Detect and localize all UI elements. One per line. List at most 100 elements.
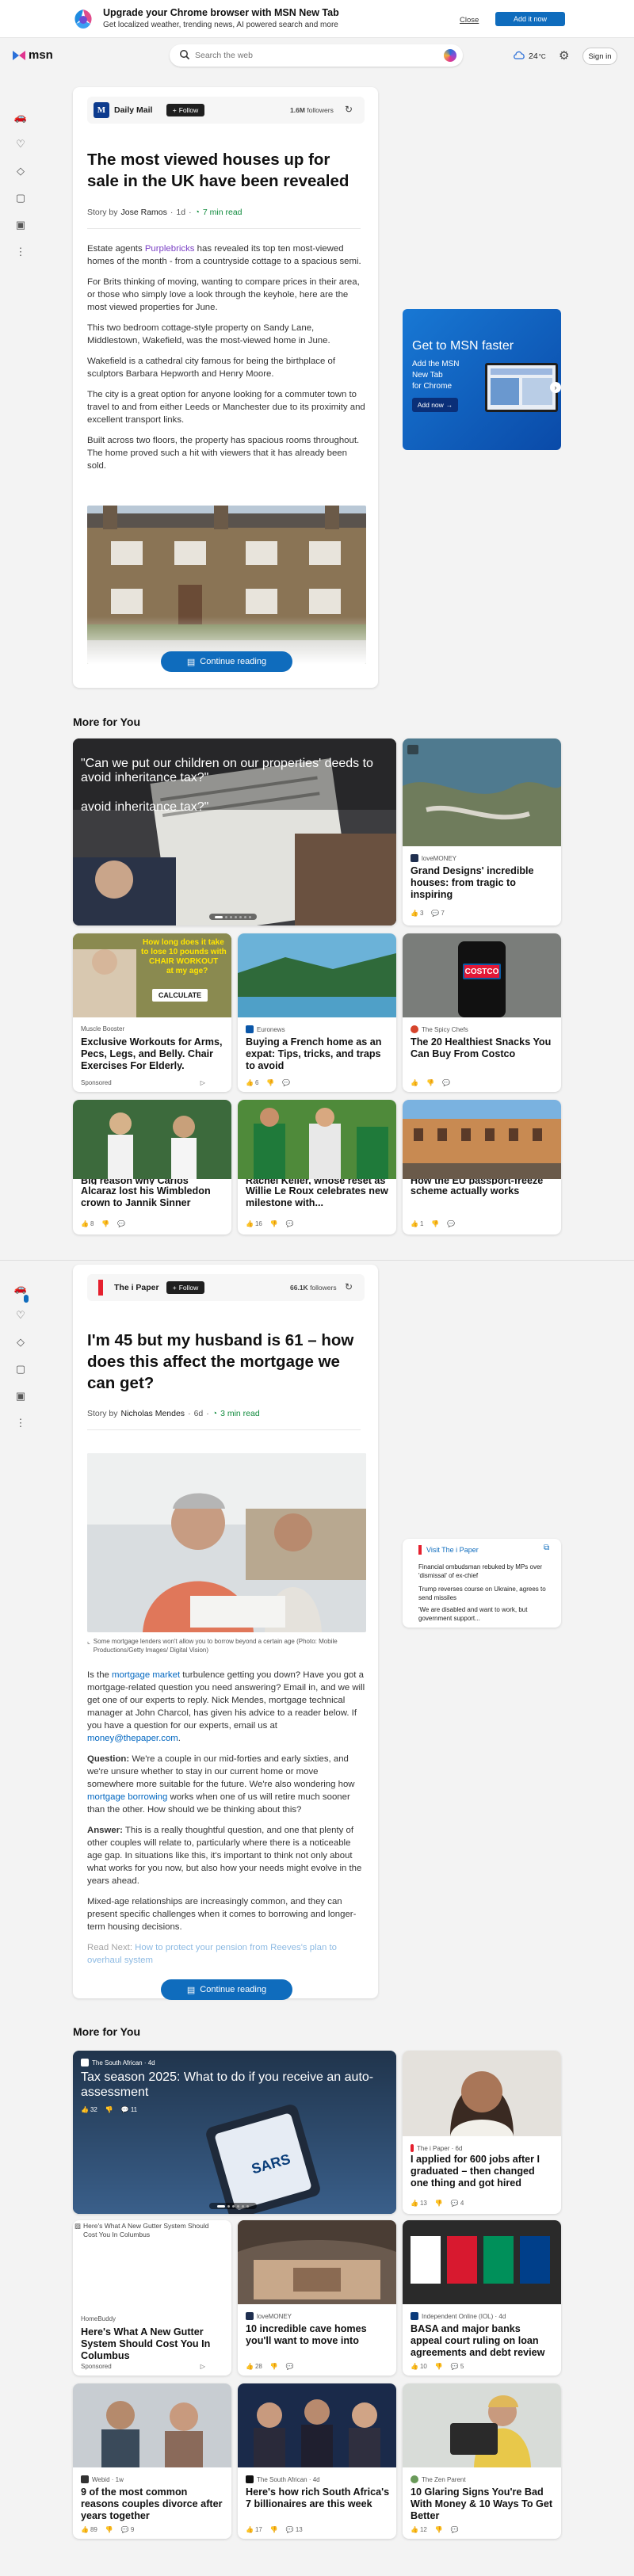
story-title[interactable]: 10 incredible cave homes you'll want to …	[246, 2323, 390, 2347]
copilot-icon[interactable]	[444, 49, 456, 62]
msn-promo-ad[interactable]: Get to MSN faster Add the MSN New Tab fo…	[403, 309, 561, 450]
comments-button[interactable]: 💬 11	[121, 2106, 137, 2113]
search-box[interactable]	[170, 44, 463, 67]
dislike-button[interactable]: 👎	[270, 2363, 278, 2370]
chat-icon[interactable]: ▢	[11, 1360, 30, 1379]
story-card[interactable]: The South African · 4d Here's how rich S…	[238, 2383, 396, 2539]
dislike-button[interactable]: 👎	[435, 2526, 443, 2533]
story-source[interactable]: The South African · 4d	[81, 2059, 155, 2067]
like-button[interactable]: 👍 28	[246, 2363, 262, 2370]
story-title[interactable]: Here's What A New Gutter System Should C…	[81, 2326, 225, 2362]
visit-publisher-link[interactable]: Visit The i Paper	[426, 1546, 479, 1554]
comments-button[interactable]: 💬 9	[121, 2526, 134, 2533]
dislike-button[interactable]: 👎	[270, 2526, 278, 2533]
comments-button[interactable]: 💬	[117, 1220, 125, 1227]
sign-in-button[interactable]: Sign in	[582, 48, 617, 65]
story-title[interactable]: Exclusive Workouts for Arms, Pecs, Legs,…	[81, 1036, 225, 1072]
comments-button[interactable]: 💬 5	[451, 2363, 464, 2370]
like-button[interactable]: 👍 12	[411, 2526, 427, 2533]
carousel-dots[interactable]	[209, 2203, 257, 2209]
dislike-button[interactable]: 👎	[105, 2106, 113, 2113]
carousel-dot[interactable]	[215, 915, 223, 918]
story-card[interactable]: Rachel Keller, whose reset as Willie Le …	[238, 1100, 396, 1235]
like-button[interactable]: 👍 3	[411, 910, 423, 917]
carousel-dot[interactable]	[225, 915, 227, 918]
comments-button[interactable]: 💬	[447, 1220, 455, 1227]
adchoices-icon[interactable]: ▷	[201, 1079, 205, 1086]
carousel-dot[interactable]	[244, 915, 246, 918]
car-icon[interactable]: 🚗	[11, 108, 30, 127]
story-title[interactable]: Here's how rich South Africa's 7 billion…	[246, 2486, 390, 2510]
settings-gear-icon[interactable]: ⚙	[559, 48, 569, 63]
side-headline[interactable]: Financial ombudsman rebuked by MPs over …	[418, 1563, 553, 1580]
story-source[interactable]: loveMONEY	[246, 2312, 292, 2320]
story-title[interactable]: 9 of the most common reasons couples div…	[81, 2486, 225, 2522]
comments-button[interactable]: 💬 7	[431, 910, 444, 917]
chat-icon[interactable]: ▢	[11, 189, 30, 208]
side-headline[interactable]: Trump reverses course on Ukraine, agrees…	[418, 1585, 553, 1602]
heart-health-icon[interactable]: ♡	[11, 135, 30, 154]
sponsored-card[interactable]: How long does it take to lose 10 pounds …	[73, 933, 231, 1092]
adchoices-icon[interactable]: ▷	[201, 2363, 205, 2370]
gallery-icon[interactable]: ▣	[11, 1387, 30, 1406]
story-title[interactable]: Grand Designs' incredible houses: from t…	[411, 865, 555, 901]
follow-button[interactable]: + Follow	[166, 1281, 204, 1294]
carousel-dot[interactable]	[239, 915, 242, 918]
tag-icon[interactable]: ◇	[11, 1333, 30, 1352]
ad-add-now-button[interactable]: Add now →	[412, 398, 458, 412]
story-title[interactable]: 10 Glaring Signs You're Bad With Money &…	[411, 2486, 555, 2522]
carousel-dot[interactable]	[235, 915, 237, 918]
story-card[interactable]: The Zen Parent 10 Glaring Signs You're B…	[403, 2383, 561, 2539]
carousel-dot[interactable]	[230, 915, 232, 918]
like-button[interactable]: 👍 32	[81, 2106, 97, 2113]
msn-logo[interactable]: msn	[11, 48, 53, 62]
story-title[interactable]: BASA and major banks appeal court ruling…	[411, 2323, 555, 2359]
story-card[interactable]: How the EU passport-freeze scheme actual…	[403, 1100, 561, 1235]
refresh-icon[interactable]: ↻	[345, 104, 353, 115]
story-source[interactable]: loveMONEY	[411, 854, 456, 862]
carousel-dot[interactable]	[242, 2204, 244, 2208]
story-source[interactable]: The Spicy Chefs	[411, 1025, 468, 1033]
comments-button[interactable]: 💬	[282, 1079, 290, 1086]
dislike-button[interactable]: 👎	[266, 1079, 274, 1086]
dislike-button[interactable]: 👎	[105, 2526, 113, 2533]
like-button[interactable]: 👍	[411, 1079, 418, 1086]
like-button[interactable]: 👍 13	[411, 2200, 427, 2207]
more-options-icon[interactable]: ⋮	[11, 242, 30, 261]
more-options-icon[interactable]: ⋮	[11, 1414, 30, 1433]
mortgage-borrowing-link[interactable]: mortgage borrowing	[87, 1792, 167, 1802]
follow-button[interactable]: + Follow	[166, 104, 204, 116]
search-input[interactable]	[195, 49, 433, 62]
story-card[interactable]: Webid · 1w 9 of the most common reasons …	[73, 2383, 231, 2539]
comments-button[interactable]: 💬	[442, 1079, 450, 1086]
dislike-button[interactable]: 👎	[270, 1220, 278, 1227]
carousel-dot[interactable]	[237, 2204, 239, 2208]
dislike-button[interactable]: 👎	[435, 2363, 443, 2370]
refresh-icon[interactable]: ↻	[345, 1281, 353, 1292]
story-source[interactable]: Muscle Booster	[81, 1025, 124, 1032]
author-link[interactable]: Nicholas Mendes	[121, 1409, 185, 1418]
carousel-dot[interactable]	[249, 915, 251, 918]
external-link-icon[interactable]: ⧉	[544, 1544, 549, 1552]
ad-next-arrow-icon[interactable]: ›	[550, 382, 561, 393]
sponsored-card[interactable]: ▨ Here's What A New Gutter System Should …	[73, 2220, 231, 2376]
story-title[interactable]: Buying a French home as an expat: Tips, …	[246, 1036, 390, 1072]
publisher-name[interactable]: The i Paper	[114, 1283, 159, 1292]
comments-button[interactable]: 💬	[286, 1220, 294, 1227]
story-source[interactable]: HomeBuddy	[81, 2315, 116, 2322]
story-source[interactable]: Euronews	[246, 1025, 285, 1033]
like-button[interactable]: 👍 16	[246, 1220, 262, 1227]
story-source[interactable]: The i Paper · 6d	[411, 2144, 462, 2152]
like-button[interactable]: 👍 1	[411, 1220, 423, 1227]
story-card[interactable]: Independent Online (IOL) · 4d BASA and m…	[403, 2220, 561, 2376]
story-card[interactable]: COSTCO The Spicy Chefs The 20 Healthiest…	[403, 933, 561, 1092]
comments-button[interactable]: 💬 13	[286, 2526, 303, 2533]
story-source[interactable]: Independent Online (IOL) · 4d	[411, 2312, 506, 2320]
comments-button[interactable]: 💬	[451, 2526, 459, 2533]
like-button[interactable]: 👍 89	[81, 2526, 97, 2533]
carousel-dot[interactable]	[227, 2204, 230, 2208]
story-title[interactable]: I applied for 600 jobs after I graduated…	[411, 2154, 555, 2189]
like-button[interactable]: 👍 8	[81, 1220, 94, 1227]
carousel-dot[interactable]	[217, 2204, 225, 2208]
dislike-button[interactable]: 👎	[426, 1079, 434, 1086]
